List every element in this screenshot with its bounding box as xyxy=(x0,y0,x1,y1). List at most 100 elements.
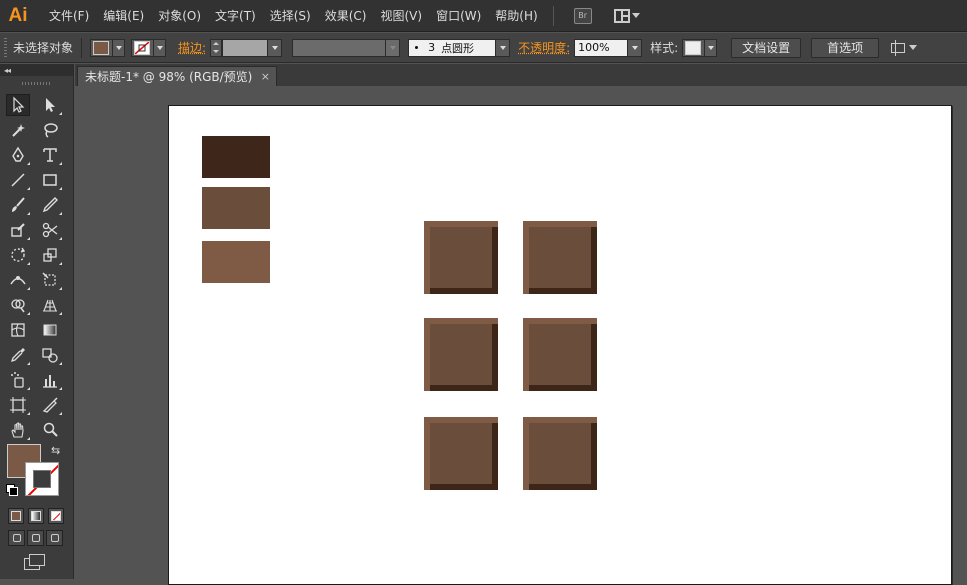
preferences-button[interactable]: 首选项 xyxy=(811,37,880,58)
direct-selection-tool[interactable] xyxy=(38,94,62,116)
artboard-icon xyxy=(10,397,26,413)
mesh-tool[interactable] xyxy=(6,319,30,341)
pencil-tool[interactable] xyxy=(38,194,62,216)
perspective-grid-tool[interactable] xyxy=(38,294,62,316)
shape-builder-tool[interactable] xyxy=(6,294,30,316)
swap-fill-stroke-icon[interactable]: ⇆ xyxy=(51,444,60,457)
artboard[interactable] xyxy=(168,105,952,585)
lasso-tool[interactable] xyxy=(38,119,62,141)
document-tab[interactable]: 未标题-1* @ 98% (RGB/预览) × xyxy=(77,66,277,86)
lasso-icon xyxy=(44,123,58,138)
close-icon[interactable]: × xyxy=(261,70,270,83)
chocolate-tile[interactable] xyxy=(523,318,597,391)
menu-type[interactable]: 文字(T) xyxy=(208,0,263,32)
zoom-tool[interactable] xyxy=(38,419,62,441)
screen-mode-icon[interactable] xyxy=(24,554,46,572)
chocolate-tile[interactable] xyxy=(424,318,498,391)
selection-arrow-icon xyxy=(13,96,25,113)
stroke-weight-stepper[interactable] xyxy=(210,38,223,57)
chocolate-tile[interactable] xyxy=(424,221,498,294)
stroke-weight-field[interactable] xyxy=(222,38,283,57)
menu-effect[interactable]: 效果(C) xyxy=(318,0,374,32)
chevron-down-icon xyxy=(385,39,399,56)
menu-view[interactable]: 视图(V) xyxy=(373,0,429,32)
stroke-label[interactable]: 描边: xyxy=(178,39,206,56)
document-setup-button[interactable]: 文档设置 xyxy=(731,37,802,58)
paintbrush-tool[interactable] xyxy=(6,194,30,216)
menu-separator xyxy=(552,5,554,26)
symbol-sprayer-tool[interactable] xyxy=(6,369,30,391)
draw-mode-row xyxy=(8,530,63,546)
fill-color-dropdown[interactable] xyxy=(90,38,126,57)
color-swatch-dark[interactable] xyxy=(202,136,270,178)
gradient-mode-button[interactable] xyxy=(28,508,44,524)
rotate-tool[interactable] xyxy=(6,244,30,266)
menu-edit[interactable]: 编辑(E) xyxy=(96,0,151,32)
menu-object[interactable]: 对象(O) xyxy=(151,0,208,32)
default-fill-stroke-icon[interactable] xyxy=(6,484,18,496)
canvas-workspace[interactable] xyxy=(75,86,967,585)
chevron-down-icon xyxy=(495,39,510,56)
scale-icon xyxy=(43,248,57,262)
menu-select[interactable]: 选择(S) xyxy=(263,0,318,32)
stroke-color-swatch[interactable] xyxy=(25,462,59,496)
scale-tool[interactable] xyxy=(38,244,62,266)
opacity-label[interactable]: 不透明度: xyxy=(518,39,570,56)
scissors-tool[interactable] xyxy=(38,219,62,241)
chocolate-tile[interactable] xyxy=(523,417,597,490)
stroke-color-dropdown[interactable] xyxy=(131,38,167,57)
line-segment-tool[interactable] xyxy=(6,169,30,191)
color-mode-row xyxy=(8,508,64,524)
align-options-button[interactable] xyxy=(891,39,918,56)
draw-normal-button[interactable] xyxy=(8,530,25,546)
line-icon xyxy=(11,173,25,187)
opacity-field[interactable]: 100% xyxy=(574,38,643,57)
brush-definition[interactable]: 3 点圆形 xyxy=(408,38,511,57)
draw-behind-button[interactable] xyxy=(27,530,44,546)
paintbrush-icon xyxy=(12,197,25,212)
color-swatch-medium[interactable] xyxy=(202,187,270,229)
blend-tool[interactable] xyxy=(38,344,62,366)
slice-tool[interactable] xyxy=(38,394,62,416)
hand-tool[interactable] xyxy=(6,419,30,441)
menu-help[interactable]: 帮助(H) xyxy=(488,0,544,32)
magic-wand-tool[interactable] xyxy=(6,119,30,141)
width-tool[interactable] xyxy=(6,269,30,291)
pen-nib-icon xyxy=(12,146,24,162)
tools-panel-collapse[interactable]: ◂◂ xyxy=(0,64,73,76)
none-mode-button[interactable] xyxy=(48,508,64,524)
chocolate-tile[interactable] xyxy=(523,221,597,294)
pen-tool[interactable] xyxy=(6,144,30,166)
chocolate-tile[interactable] xyxy=(424,417,498,490)
graphic-style-dropdown[interactable] xyxy=(682,38,718,57)
control-bar-grip[interactable] xyxy=(4,37,7,58)
type-tool[interactable] xyxy=(38,144,62,166)
color-swatch-light[interactable] xyxy=(202,241,270,283)
blob-brush-tool[interactable] xyxy=(6,219,30,241)
magnifier-icon xyxy=(43,422,58,437)
column-graph-icon xyxy=(43,375,57,388)
type-t-icon xyxy=(43,148,57,162)
chevron-down-icon xyxy=(631,13,640,18)
free-transform-tool[interactable] xyxy=(38,269,62,291)
workspace-switcher-button[interactable] xyxy=(613,8,640,23)
stroke-none-swatch xyxy=(134,40,151,55)
draw-inside-button[interactable] xyxy=(46,530,63,546)
bridge-button[interactable]: Br xyxy=(573,7,592,24)
gradient-tool[interactable] xyxy=(38,319,62,341)
tools-panel-grip[interactable] xyxy=(0,76,73,90)
rectangle-tool[interactable] xyxy=(38,169,62,191)
menu-file[interactable]: 文件(F) xyxy=(42,0,96,32)
gradient-icon xyxy=(43,324,57,336)
variable-width-profile[interactable] xyxy=(292,38,401,57)
menu-window[interactable]: 窗口(W) xyxy=(429,0,488,32)
selection-tool[interactable] xyxy=(6,94,30,116)
column-graph-tool[interactable] xyxy=(38,369,62,391)
artboard-tool[interactable] xyxy=(6,394,30,416)
eyedropper-tool[interactable] xyxy=(6,344,30,366)
tools-panel: ◂◂ ⇆ xyxy=(0,64,74,579)
brush-size: 3 xyxy=(428,41,436,54)
color-mode-button[interactable] xyxy=(8,508,24,524)
chevron-down-icon xyxy=(153,39,165,56)
mesh-icon xyxy=(11,323,25,337)
